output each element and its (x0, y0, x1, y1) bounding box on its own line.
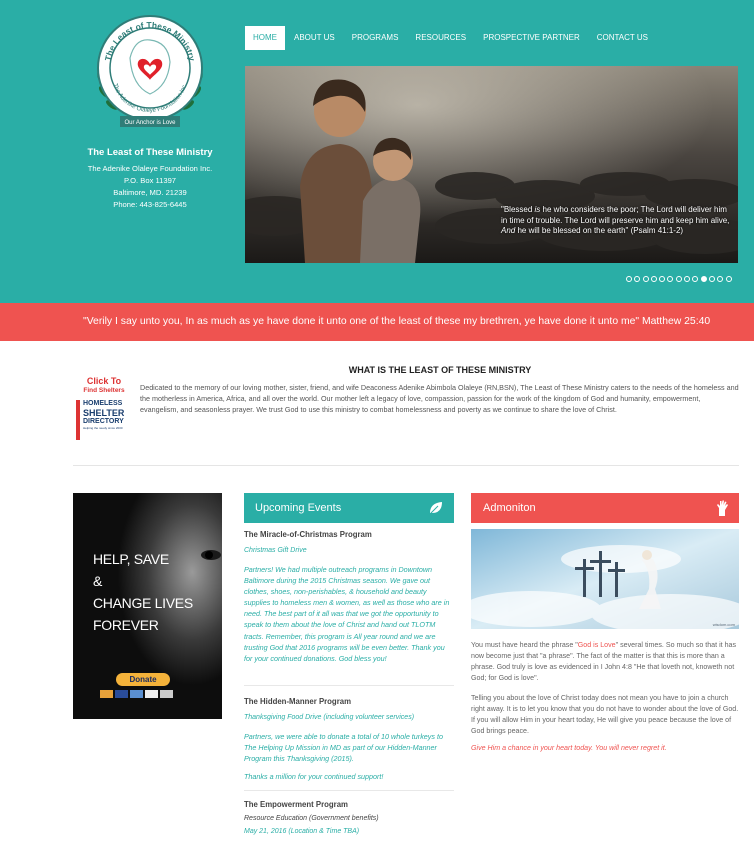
slider-dot[interactable] (626, 276, 632, 282)
slider-pagination (626, 276, 734, 282)
shelter-logo-line: SHELTER (83, 407, 125, 418)
mastercard-icon (100, 690, 113, 698)
ad-slogan-line: & (93, 573, 103, 589)
nav-resources[interactable]: RESOURCES (407, 26, 474, 50)
event-subtitle: Thanksgiving Food Drive (including volun… (244, 714, 415, 721)
logo-ribbon-text: Our Anchor is Love (124, 120, 176, 126)
org-name-line: The Adenike Olaleye Foundation Inc. (87, 164, 213, 173)
shelter-logo-tagline: Helping the needy since 2000 (83, 426, 123, 430)
visa-icon (115, 690, 128, 698)
slider-dot[interactable] (708, 276, 715, 282)
slider-dot[interactable] (659, 276, 666, 282)
hero-slider[interactable]: "Blessed is he who considers the poor; T… (245, 66, 738, 263)
slider-dot[interactable] (725, 276, 732, 282)
admonition-paragraph: Telling you about the love of Christ tod… (471, 694, 739, 735)
section-divider (73, 465, 739, 466)
shelter-directory-logo: HOMELESS SHELTER DIRECTORY Helping the n… (76, 400, 129, 440)
shelter-logo-line: DIRECTORY (83, 417, 124, 425)
admonition-highlight: God is Love (577, 641, 616, 649)
event-title[interactable]: The Empowerment Program (244, 800, 454, 809)
event-body: Thanks a million for your continued supp… (244, 772, 384, 782)
crosses-image: wisdom.com (471, 529, 739, 629)
nav-prospective-partner[interactable]: PROSPECTIVE PARTNER (475, 26, 588, 50)
org-title: The Least of These Ministry (87, 147, 213, 158)
admonition-heading: Admoniton (483, 502, 536, 514)
event-body: Partners, we were able to donate a total… (244, 732, 443, 764)
slider-dot[interactable] (684, 276, 691, 282)
event-item: The Hidden-Manner Program Thanksgiving F… (244, 697, 454, 782)
donate-button[interactable]: Donate (116, 673, 170, 686)
nav-home[interactable]: HOME (245, 26, 285, 50)
ad-slogan-line: CHANGE LIVES (93, 595, 193, 611)
shelter-directory-link[interactable]: Click To Find Shelters HOMELESS SHELTER … (76, 376, 132, 448)
event-body: Partners! We had multiple outreach progr… (244, 565, 450, 663)
about-body: Dedicated to the memory of our loving mo… (140, 383, 739, 414)
leaf-icon (429, 502, 442, 515)
raised-hand-icon (717, 500, 728, 516)
events-header: Upcoming Events (244, 493, 454, 523)
org-address-line: P.O. Box 11397 (123, 176, 177, 185)
slider-dot[interactable] (650, 276, 657, 282)
main-nav: HOME ABOUT US PROGRAMS RESOURCES PROSPEC… (245, 26, 657, 50)
nav-contact-us[interactable]: CONTACT US (589, 26, 656, 50)
slider-dot[interactable] (717, 276, 724, 282)
bank-icon (160, 690, 173, 698)
ministry-logo[interactable]: The Least of These Ministry The Adenike … (90, 8, 210, 134)
shelter-find-label: Find Shelters (83, 387, 125, 394)
donation-ad[interactable]: HELP, SAVE & CHANGE LIVES FOREVER Donate (73, 493, 222, 719)
nav-about-us[interactable]: ABOUT US (286, 26, 343, 50)
admonition-header: Admoniton (471, 493, 739, 523)
event-item: The Miracle-of-Christmas Program Christm… (244, 530, 454, 664)
event-title[interactable]: The Hidden-Manner Program (244, 697, 454, 706)
ad-slogan-line: FOREVER (93, 617, 159, 633)
discover-icon (145, 690, 158, 698)
event-divider (244, 685, 454, 686)
org-phone-line[interactable]: Phone: 443-825-6445 (60, 199, 240, 211)
slider-dot[interactable] (675, 276, 682, 282)
site-header: The Least of These Ministry The Adenike … (0, 0, 754, 303)
admonition-text: You must have heard the phrase " (471, 641, 578, 649)
scripture-banner: "Verily I say unto you, In as much as ye… (0, 303, 754, 341)
event-subtitle: Resource Education (Government benefits) (244, 815, 379, 822)
caption-italic: And (501, 226, 516, 235)
shelter-click-label: Click To (86, 376, 122, 386)
amex-icon (130, 690, 143, 698)
admonition-cta: Give Him a chance in your heart today. Y… (471, 744, 667, 752)
about-title: WHAT IS THE LEAST OF THESE MINISTRY (348, 365, 532, 375)
image-watermark: wisdom.com (713, 622, 736, 627)
admonition-paragraph: You must have heard the phrase "God is L… (471, 640, 739, 684)
nav-programs[interactable]: PROGRAMS (344, 26, 407, 50)
slider-dot[interactable] (667, 276, 674, 282)
event-item: The Empowerment Program Resource Educati… (244, 800, 454, 835)
slider-dot[interactable] (700, 276, 707, 282)
org-contact-info: The Adenike Olaleye Foundation Inc. P.O.… (60, 163, 240, 211)
slider-dot[interactable] (692, 276, 699, 282)
event-title[interactable]: The Miracle-of-Christmas Program (244, 530, 454, 539)
event-divider (244, 790, 454, 791)
org-city-line: Baltimore, MD. 21239 (113, 188, 187, 197)
events-heading: Upcoming Events (255, 502, 342, 514)
caption-text: he will be blessed on the earth" (Psalm … (515, 226, 684, 235)
slider-dot[interactable] (642, 276, 649, 282)
ad-slogan-line: HELP, SAVE (93, 551, 169, 567)
slide-caption: "Blessed is he who considers the poor; T… (501, 205, 731, 237)
caption-text: "Blessed (501, 205, 535, 214)
event-date: May 21, 2016 (Location & Time TBA) (244, 828, 360, 835)
ad-slogan: HELP, SAVE & CHANGE LIVES FOREVER (93, 548, 193, 636)
payment-cards (100, 690, 175, 698)
slider-dot[interactable] (634, 276, 641, 282)
event-subtitle: Christmas Gift Drive (244, 547, 307, 554)
